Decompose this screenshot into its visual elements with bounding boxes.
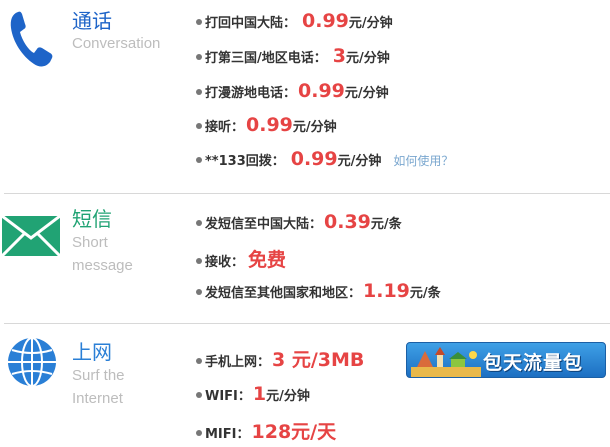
call-row-mainland: 打回中国大陆： 0.99 元/分钟 — [196, 10, 393, 38]
sms-row-other-countries: 发短信至其他国家和地区： 1.19 元/条 — [196, 280, 441, 308]
daily-data-package-label: 包天流量包 — [483, 352, 584, 374]
call-section: 通话 Conversation 打回中国大陆： 0.99 元/分钟 打第三国/地… — [0, 0, 610, 192]
travel-landmarks-icon — [411, 347, 481, 377]
net-row-mifi: MIFI： 128元/天 — [196, 417, 336, 445]
bullet-icon — [196, 19, 202, 25]
net-row-mobile: 手机上网： 3 元/3MB — [196, 345, 364, 373]
sms-title: 短信 — [72, 207, 112, 231]
bullet-icon — [196, 123, 202, 129]
phone-handset-icon — [10, 11, 53, 67]
call-row-callback: **133回拨： 0.99 元/分钟 如何使用？ — [196, 148, 453, 176]
row-price: 128元/天 — [251, 421, 337, 443]
bullet-icon — [196, 157, 202, 163]
row-price: 1 — [252, 383, 267, 405]
row-label: 发短信至其他国家和地区： — [205, 286, 362, 301]
call-title: 通话 — [72, 9, 112, 33]
row-label: 发短信至中国大陆： — [205, 217, 323, 232]
row-label: **133回拨： — [205, 154, 285, 169]
call-row-roaming: 打漫游地电话： 0.99 元/分钟 — [196, 80, 389, 108]
row-label: 打第三国/地区电话： — [205, 51, 327, 66]
row-unit: 元/条 — [370, 217, 402, 232]
row-label: 打回中国大陆： — [205, 16, 297, 31]
sms-subtitle-line2: message — [72, 257, 133, 274]
bullet-icon — [196, 430, 202, 436]
row-price: 3 元/3MB — [272, 349, 365, 371]
sms-row-mainland: 发短信至中国大陆： 0.39 元/条 — [196, 211, 402, 239]
call-row-answer: 接听： 0.99 元/分钟 — [196, 114, 337, 142]
row-price: 0.99 — [290, 148, 338, 170]
row-label: MIFI： — [205, 427, 250, 442]
call-subtitle: Conversation — [72, 35, 161, 52]
row-unit: 元/分钟 — [345, 51, 390, 66]
row-label: 接收： — [205, 255, 245, 270]
row-price: 免费 — [248, 249, 287, 271]
row-price: 1.19 — [363, 280, 410, 302]
row-price: 0.99 — [302, 10, 349, 32]
bullet-icon — [196, 220, 202, 226]
row-label: 接听： — [205, 120, 245, 135]
daily-data-package-button[interactable]: 包天流量包 — [406, 342, 606, 378]
row-price: 0.99 — [298, 80, 345, 102]
sms-section: 短信 Short message 发短信至中国大陆： 0.39 元/条 接收： … — [0, 194, 610, 322]
row-unit: 元/分钟 — [337, 154, 382, 169]
sms-row-receive: 接收： 免费 — [196, 245, 286, 273]
row-unit: 元/分钟 — [266, 389, 310, 404]
row-unit: 元/分钟 — [292, 120, 337, 135]
row-unit: 元/分钟 — [348, 16, 393, 31]
how-to-use-link[interactable]: 如何使用？ — [393, 152, 453, 169]
bullet-icon — [196, 54, 202, 60]
bullet-icon — [196, 289, 202, 295]
row-unit: 元/分钟 — [344, 86, 389, 101]
row-price: 0.39 — [324, 211, 371, 233]
row-price: 3 — [332, 45, 346, 67]
envelope-icon — [2, 216, 60, 256]
row-unit: 元/条 — [409, 286, 441, 301]
bullet-icon — [196, 89, 202, 95]
row-price: 0.99 — [246, 114, 293, 136]
net-title: 上网 — [72, 340, 112, 364]
net-row-wifi: WIFI： 1 元/分钟 — [196, 383, 310, 411]
globe-icon — [8, 337, 56, 387]
call-row-third-country: 打第三国/地区电话： 3 元/分钟 — [196, 45, 390, 73]
row-label: WIFI： — [205, 389, 251, 404]
net-subtitle-line1: Surf the — [72, 367, 125, 384]
row-label: 打漫游地电话： — [205, 86, 297, 101]
bullet-icon — [196, 392, 202, 398]
bullet-icon — [196, 258, 202, 264]
bullet-icon — [196, 358, 202, 364]
row-label: 手机上网： — [205, 355, 271, 370]
sms-subtitle-line1: Short — [72, 234, 108, 251]
net-subtitle-line2: Internet — [72, 390, 123, 407]
